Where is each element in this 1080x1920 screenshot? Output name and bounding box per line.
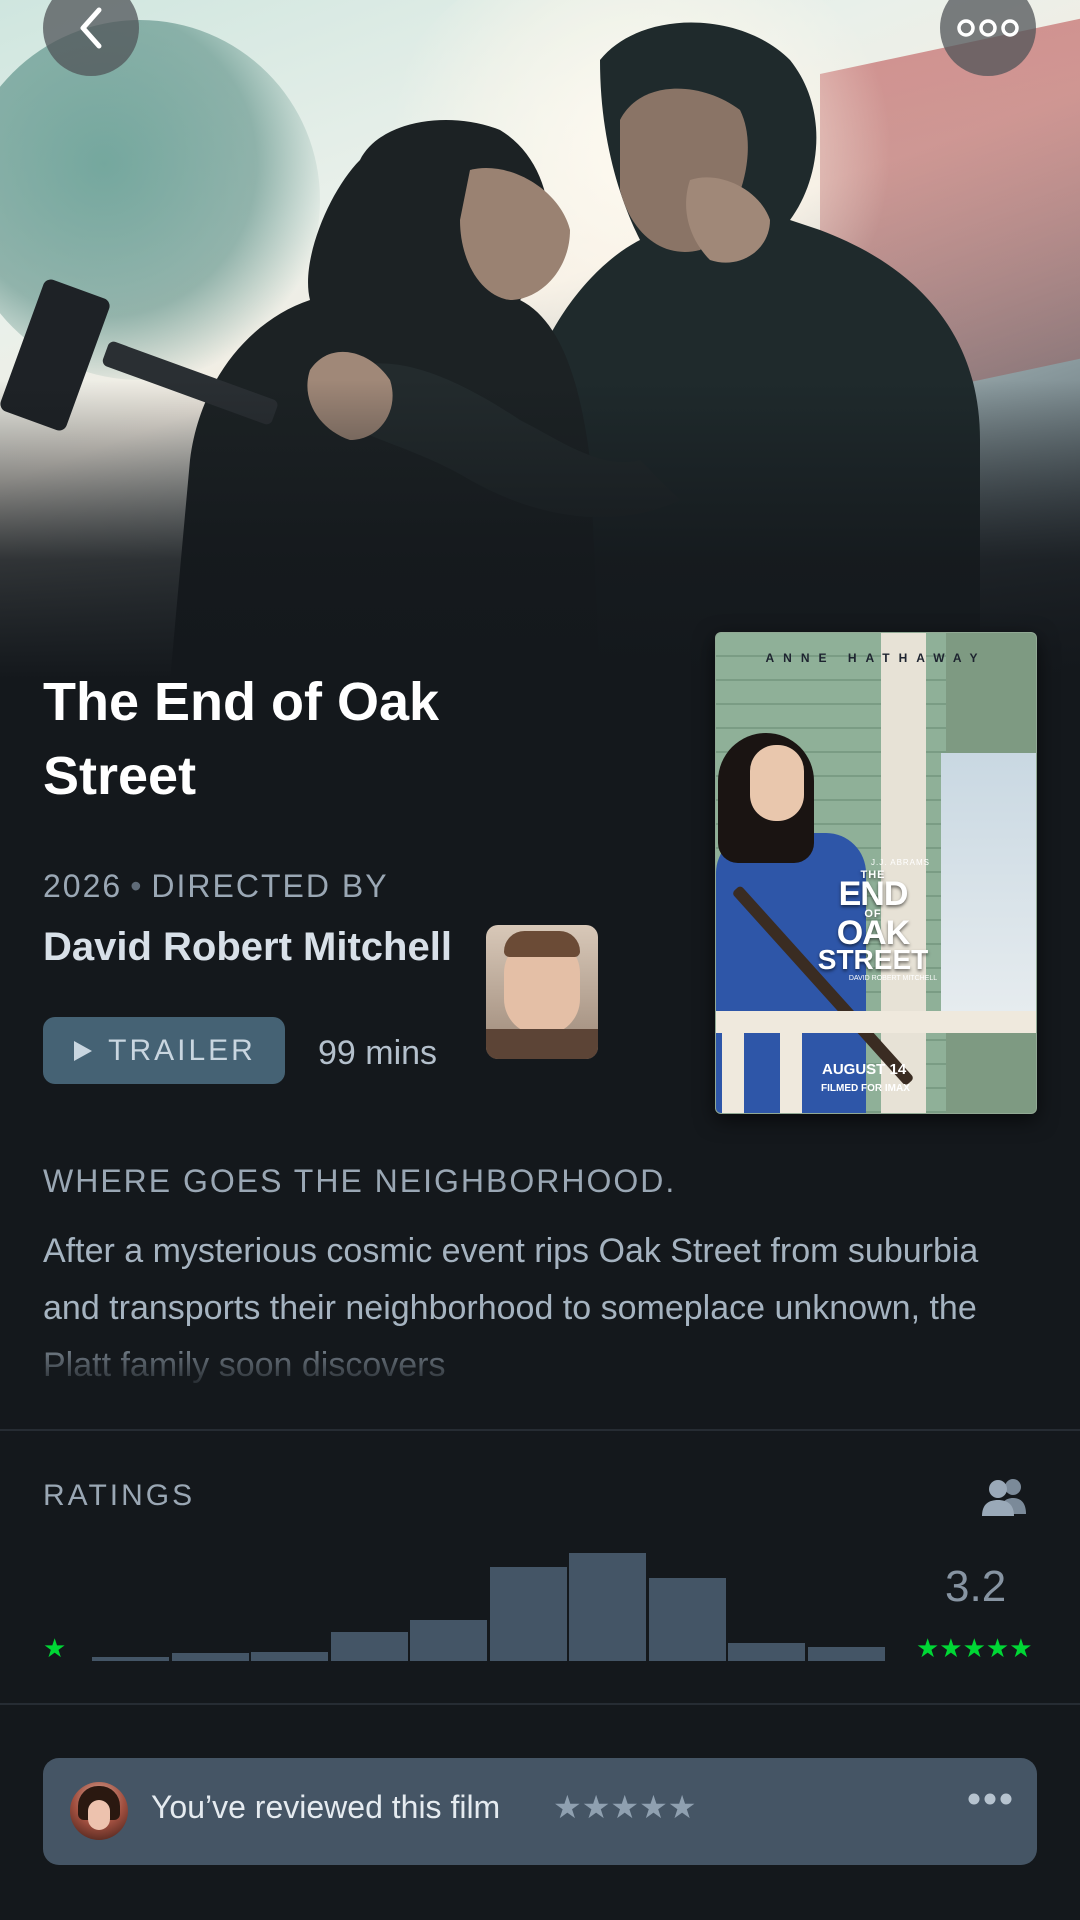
avatar-face <box>88 1800 110 1830</box>
poster-figure-face <box>750 745 804 821</box>
poster-title-end: END <box>838 875 909 914</box>
film-poster[interactable]: ANNE HATHAWAY J.J. ABRAMS THE END OF OAK… <box>715 632 1037 1114</box>
poster-sky <box>941 753 1036 1013</box>
poster-rail <box>716 1011 1036 1033</box>
poster-format: FILMED FOR IMAX <box>821 1083 910 1094</box>
film-tagline: WHERE GOES THE NEIGHBORHOOD. <box>43 1163 677 1199</box>
members-button[interactable] <box>980 1476 1034 1521</box>
film-title: The End of Oak Street <box>43 672 440 806</box>
facecam-hair <box>504 931 580 957</box>
histogram-bar[interactable] <box>489 1567 567 1661</box>
user-avatar <box>70 1782 128 1840</box>
chevron-left-icon <box>80 7 102 49</box>
ratings-histogram[interactable] <box>92 1545 892 1661</box>
runtime: 99 mins <box>318 1034 438 1072</box>
facecam-overlay <box>486 925 598 1059</box>
histogram-bar[interactable] <box>648 1578 726 1661</box>
poster-credit-top: J.J. ABRAMS <box>871 858 931 867</box>
poster-top-name: ANNE HATHAWAY <box>765 651 987 665</box>
histogram-bar[interactable] <box>410 1620 487 1661</box>
histogram-bar[interactable] <box>251 1652 328 1661</box>
film-meta: 2026 • DIRECTED BY <box>43 868 389 905</box>
min-rating-star: ★ <box>43 1633 67 1663</box>
poster-credit-bottom: DAVID ROBERT MITCHELL <box>848 975 938 982</box>
average-rating: 3.2 <box>945 1562 1007 1611</box>
meta-separator: • <box>130 868 144 904</box>
histogram-bar[interactable] <box>330 1632 408 1661</box>
poster-post-2 <box>780 1011 802 1113</box>
poster-title: THE END OF OAK STREET <box>813 869 933 976</box>
section-divider-2 <box>0 1703 1080 1705</box>
facecam-shirt <box>486 1029 598 1059</box>
directed-by-label: DIRECTED BY <box>151 868 389 904</box>
film-synopsis[interactable]: After a mysterious cosmic event rips Oak… <box>43 1223 1043 1383</box>
backdrop-image <box>0 0 1080 680</box>
members-icon <box>982 1479 1026 1516</box>
director-name[interactable]: David Robert Mitchell <box>43 925 483 970</box>
max-rating-stars: ★★★★★ <box>916 1633 1033 1663</box>
trailer-button[interactable]: TRAILER <box>43 1017 285 1084</box>
your-review-bar[interactable]: You’ve reviewed this film ★★★★★ <box>43 1758 1037 1865</box>
histogram-bar[interactable] <box>728 1643 805 1661</box>
histogram-bar[interactable] <box>807 1647 885 1661</box>
ellipsis-icon <box>968 1793 1012 1805</box>
poster-post <box>722 1011 744 1113</box>
play-icon <box>74 1040 93 1061</box>
review-stars: ★★★★★ <box>553 1789 697 1825</box>
ratings-label: RATINGS <box>43 1479 196 1512</box>
poster-title-street: STREET <box>817 944 929 976</box>
review-status-text: You’ve reviewed this film <box>151 1789 501 1825</box>
ellipsis-icon <box>957 19 1019 37</box>
histogram-bar[interactable] <box>92 1657 169 1661</box>
review-more-button[interactable] <box>967 1792 1013 1811</box>
poster-release-date: AUGUST 14 <box>822 1061 907 1078</box>
trailer-label: TRAILER <box>108 1033 256 1067</box>
film-year[interactable]: 2026 <box>43 868 122 904</box>
section-divider <box>0 1429 1080 1431</box>
histogram-bar[interactable] <box>171 1653 249 1661</box>
histogram-bar[interactable] <box>569 1553 646 1661</box>
